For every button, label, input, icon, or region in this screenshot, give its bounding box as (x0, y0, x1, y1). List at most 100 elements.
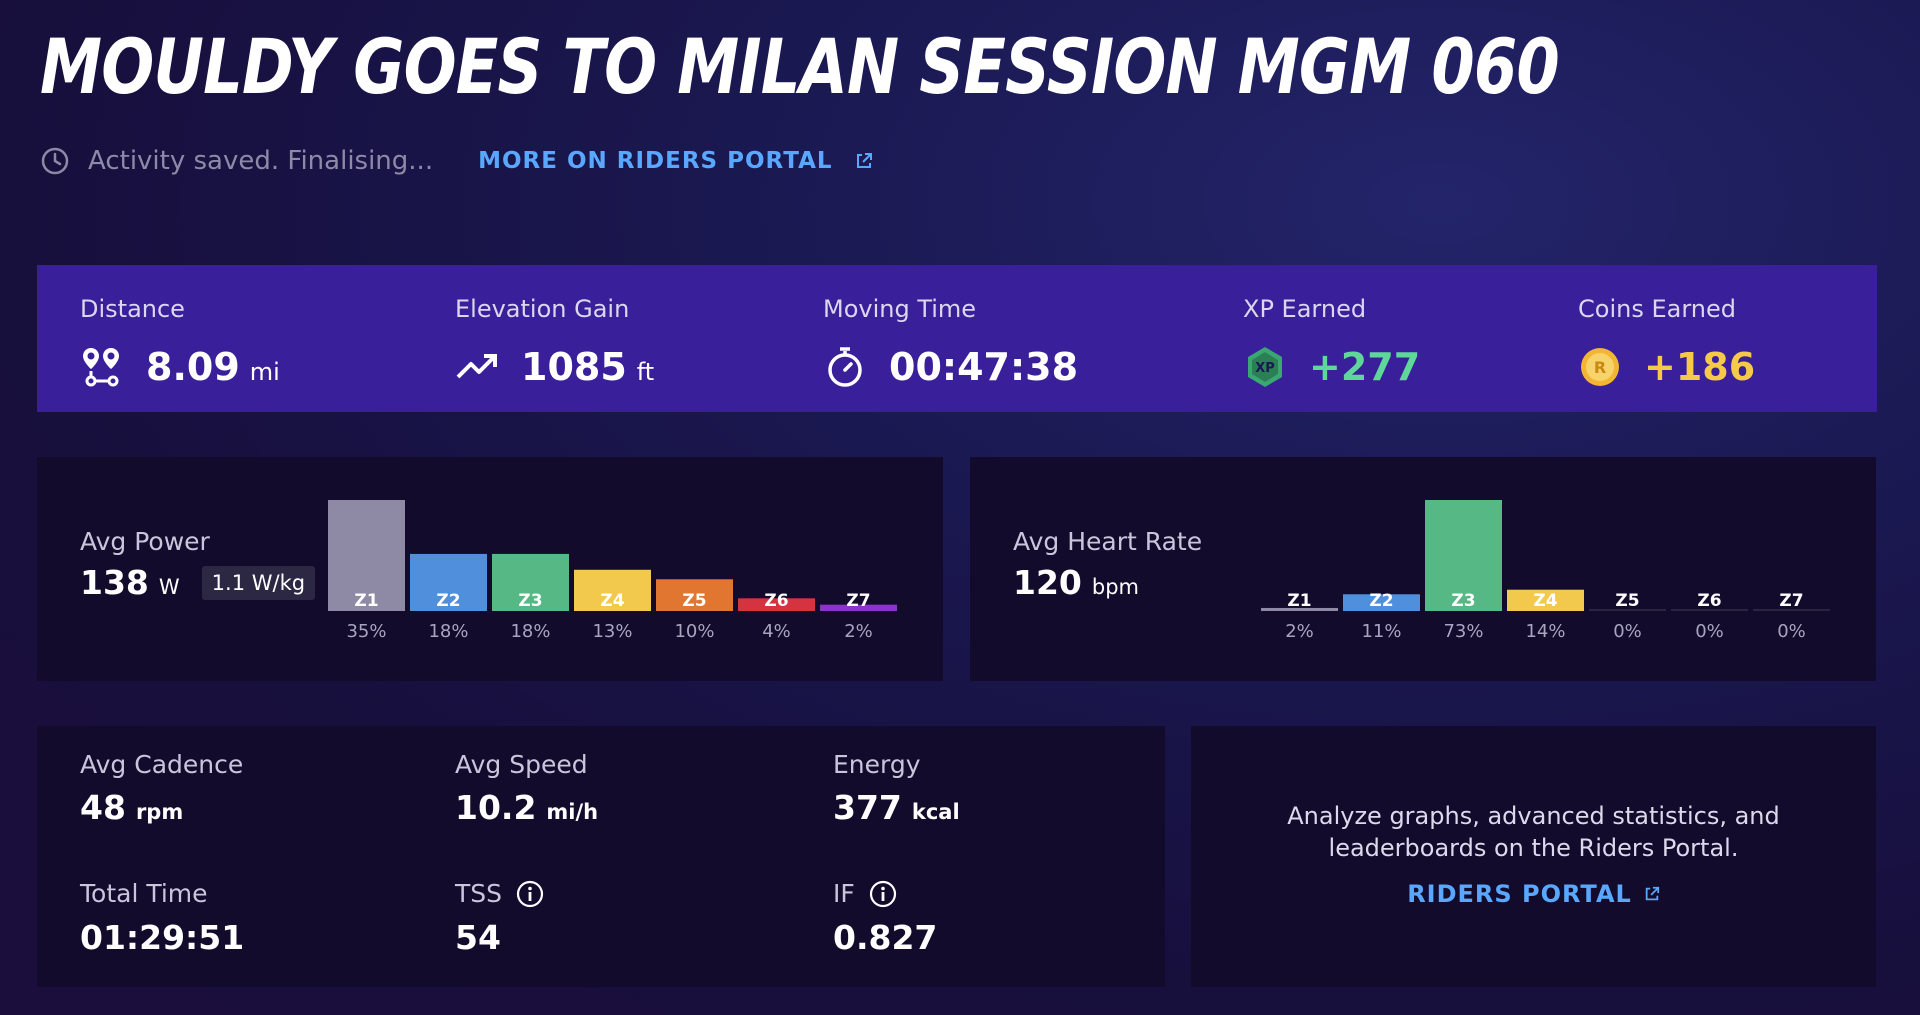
coins-value: +186 (1644, 345, 1756, 389)
hr-pct-label-z4: 14% (1525, 621, 1565, 642)
moving-time-stat: Moving Time 00:47:38 (823, 295, 1078, 389)
tss-label: TSS (455, 879, 503, 908)
xp-badge-text: XP (1255, 361, 1275, 376)
power-panel: Avg Power 138 W 1.1 W/kg Z1 35% Z2 18% Z3 18%… (37, 457, 943, 681)
external-link-icon (856, 153, 872, 168)
avg-power-number: 138 (80, 563, 149, 602)
external-link-icon (1645, 886, 1659, 901)
avg-speed-unit: mi/h (546, 800, 599, 824)
avg-heart-rate-label: Avg Heart Rate (1013, 527, 1203, 556)
summary-banner: Distance 8.09 mi Elevation Gain 1085 ft … (37, 265, 1877, 412)
avg-speed-number: 10.2 (455, 788, 537, 827)
riders-portal-link-label: RIDERS PORTAL (1407, 880, 1632, 908)
xp-badge-icon: XP (1248, 347, 1282, 387)
info-icon[interactable] (869, 880, 897, 908)
stopwatch-icon (828, 347, 862, 387)
hr-pct-label-z3: 73% (1443, 621, 1483, 642)
avg-heart-rate-unit: bpm (1091, 575, 1140, 599)
avg-cadence-unit: rpm (135, 800, 184, 824)
xp-label: XP Earned (1243, 295, 1367, 323)
power-pct-label-z2: 18% (428, 621, 468, 642)
wkg-badge: 1.1 W/kg (201, 566, 316, 600)
distance-unit: mi (249, 358, 280, 386)
heart-rate-panel: Avg Heart Rate 120 bpm Z1 2% Z2 11% Z3 73% Z4 1… (970, 457, 1876, 681)
avg-power-label: Avg Power (80, 527, 210, 556)
trending-up-icon (456, 354, 497, 379)
tss-label-row: TSS (455, 879, 544, 908)
avg-cadence-value: 48 rpm (80, 788, 183, 827)
hr-zone-label-z2: Z2 (1369, 591, 1393, 611)
avg-heart-rate-value: 120 bpm (1013, 563, 1139, 602)
elevation-unit: ft (636, 358, 655, 386)
power-zone-label-z6: Z6 (764, 591, 788, 611)
moving-time-label: Moving Time (823, 295, 977, 323)
if-label-row: IF (833, 879, 897, 908)
hr-zone-label-z4: Z4 (1533, 591, 1557, 611)
coins-label: Coins Earned (1578, 295, 1736, 323)
hr-pct-label-z7: 0% (1777, 621, 1806, 642)
avg-cadence-label: Avg Cadence (80, 750, 244, 779)
distance-stat: Distance 8.09 mi (80, 295, 280, 389)
coin-icon: R (1581, 348, 1619, 386)
xp-stat: XP Earned XP +277 (1243, 295, 1420, 389)
avg-speed-label: Avg Speed (455, 750, 588, 779)
elevation-stat: Elevation Gain 1085 ft (455, 295, 654, 389)
riders-portal-header-link-label: MORE ON RIDERS PORTAL (478, 148, 833, 174)
xp-value: +277 (1309, 345, 1421, 389)
route-icon (83, 348, 119, 387)
power-zone-label-z3: Z3 (518, 591, 542, 611)
hr-pct-label-z5: 0% (1613, 621, 1642, 642)
avg-heart-rate-number: 120 (1013, 563, 1082, 602)
stats-panel: Avg Cadence 48 rpm Avg Speed 10.2 mi/h E… (37, 726, 1165, 987)
moving-time-value: 00:47:38 (889, 345, 1079, 389)
riders-portal-header-link[interactable]: MORE ON RIDERS PORTAL (478, 148, 872, 174)
power-pct-label-z1: 35% (346, 621, 386, 642)
hr-pct-label-z2: 11% (1361, 621, 1401, 642)
info-icon[interactable] (516, 880, 544, 908)
hr-zone-label-z5: Z5 (1615, 591, 1639, 611)
page-title: MOULDY GOES TO MILAN SESSION MGM 060 (40, 22, 1560, 111)
avg-power-value: 138 W 1.1 W/kg (80, 563, 316, 604)
distance-label: Distance (80, 295, 185, 323)
clock-icon (41, 147, 69, 175)
total-time-value: 01:29:51 (80, 918, 245, 957)
if-label: IF (833, 879, 855, 908)
tss-value: 54 (455, 918, 501, 957)
avg-speed-value: 10.2 mi/h (455, 788, 598, 827)
total-time-label: Total Time (80, 879, 208, 908)
power-pct-label-z7: 2% (844, 621, 873, 642)
avg-power-unit: W (158, 575, 180, 599)
distance-value: 8.09 (146, 345, 240, 389)
hr-pct-label-z6: 0% (1695, 621, 1724, 642)
coins-stat: Coins Earned R +186 (1578, 295, 1755, 389)
power-zone-label-z2: Z2 (436, 591, 460, 611)
power-pct-label-z3: 18% (510, 621, 550, 642)
heart-rate-zone-chart: Z1 2% Z2 11% Z3 73% Z4 14% Z5 0% Z6 0% Z7 0% (1261, 500, 1830, 642)
energy-value: 377 kcal (833, 788, 960, 827)
power-zone-label-z7: Z7 (846, 591, 870, 611)
riders-portal-link[interactable]: RIDERS PORTAL (1191, 880, 1876, 908)
power-pct-label-z4: 13% (592, 621, 632, 642)
power-zone-label-z4: Z4 (600, 591, 624, 611)
hr-zone-label-z1: Z1 (1287, 591, 1311, 611)
power-zone-label-z1: Z1 (354, 591, 378, 611)
status-text: Activity saved. Finalising... (88, 146, 434, 176)
hr-zone-label-z6: Z6 (1697, 591, 1721, 611)
coin-badge-text: R (1594, 358, 1606, 377)
energy-number: 377 (833, 788, 902, 827)
power-pct-label-z6: 4% (762, 621, 791, 642)
status-row: Activity saved. Finalising... MORE ON RI… (40, 143, 873, 179)
avg-cadence-number: 48 (80, 788, 126, 827)
power-zone-chart: Z1 35% Z2 18% Z3 18% Z4 13% Z5 10% Z6 4% Z7 2% (328, 500, 897, 642)
power-zone-label-z5: Z5 (682, 591, 706, 611)
energy-unit: kcal (911, 800, 960, 824)
hr-zone-label-z7: Z7 (1779, 591, 1803, 611)
energy-label: Energy (833, 750, 921, 779)
hr-pct-label-z1: 2% (1285, 621, 1314, 642)
elevation-label: Elevation Gain (455, 295, 630, 323)
power-pct-label-z5: 10% (674, 621, 714, 642)
if-value: 0.827 (833, 918, 938, 957)
elevation-value: 1085 (521, 345, 627, 389)
hr-zone-label-z3: Z3 (1451, 591, 1475, 611)
riders-portal-promo (1191, 726, 1876, 987)
